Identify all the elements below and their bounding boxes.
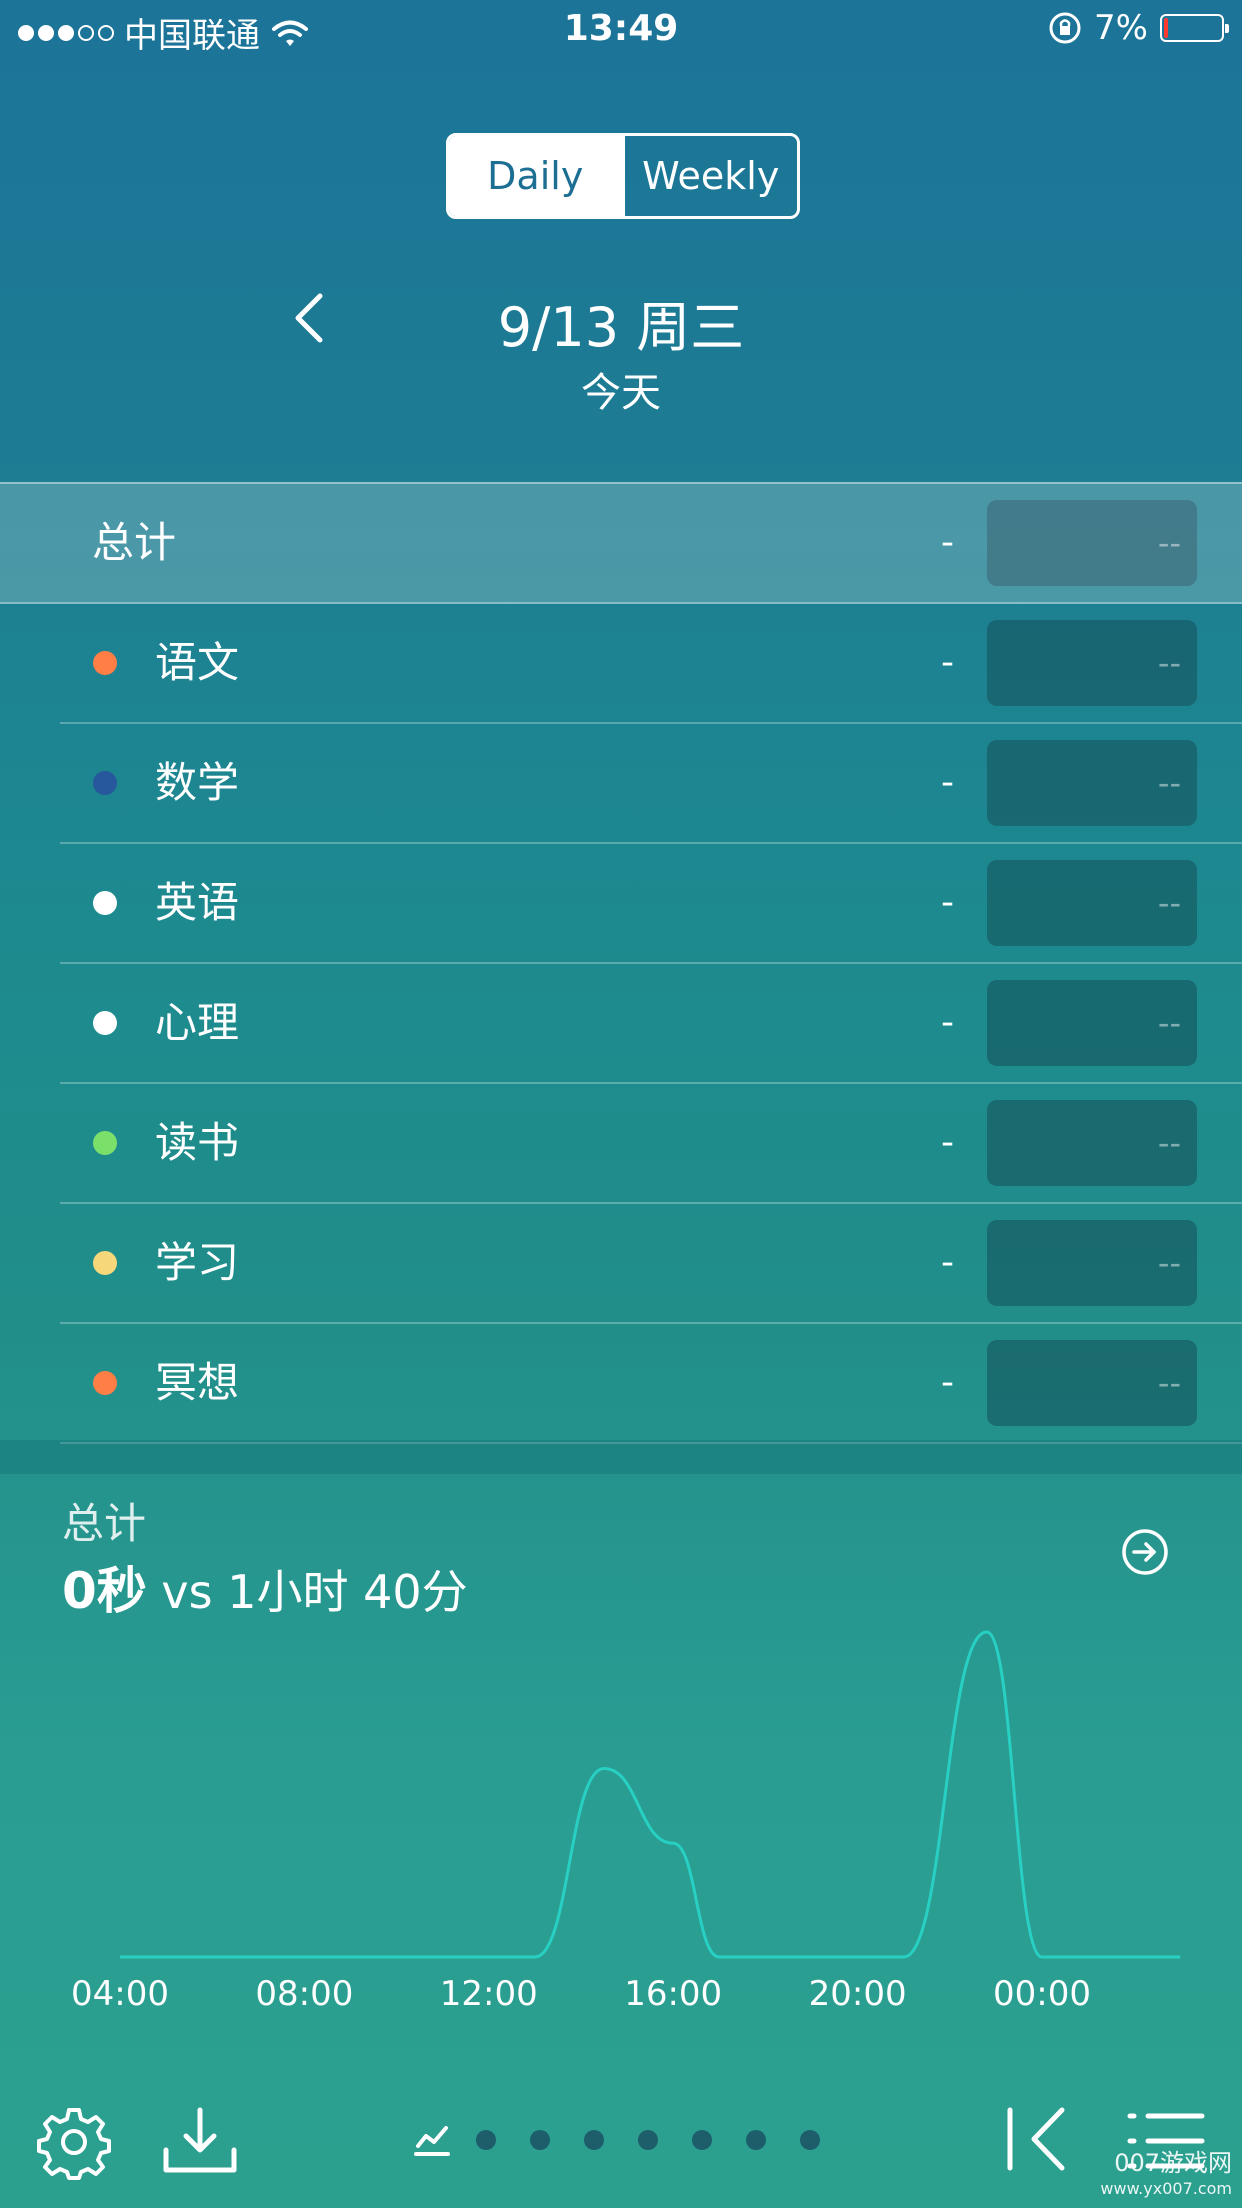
status-bar: 中国联通 13:49 7% bbox=[0, 0, 1242, 62]
item-dash: - bbox=[941, 882, 954, 923]
item-label: 语文 bbox=[155, 638, 240, 687]
list-item[interactable]: 数学 - -- bbox=[60, 724, 1242, 844]
item-value-box[interactable]: -- bbox=[987, 620, 1197, 706]
arrow-right-circle-icon[interactable] bbox=[1120, 1527, 1170, 1577]
subject-list: 总计 - -- 语文 - -- 数学 - -- 英语 - -- 心理 - -- 读书 - -- 学习 - -- 冥想… bbox=[0, 482, 1242, 1444]
list-item[interactable]: 语文 - -- bbox=[60, 604, 1242, 724]
item-dash: - bbox=[941, 642, 954, 683]
x-tick-label: 20:00 bbox=[809, 1974, 907, 2014]
series-line bbox=[120, 1630, 1181, 1959]
page-dot[interactable] bbox=[638, 2130, 658, 2150]
item-value-box[interactable]: -- bbox=[987, 1340, 1197, 1426]
chart-icon[interactable] bbox=[414, 2122, 450, 2158]
color-dot-icon bbox=[93, 1251, 117, 1275]
bottom-toolbar bbox=[0, 2090, 1242, 2190]
item-label: 英语 bbox=[155, 878, 240, 927]
item-value-box[interactable]: -- bbox=[987, 1100, 1197, 1186]
item-dash: - bbox=[941, 1122, 954, 1163]
item-label: 数学 bbox=[155, 758, 240, 807]
list-bottom-band bbox=[0, 1440, 1242, 1474]
daily-activity-chart: 04:00 08:00 12:00 16:00 20:00 00:00 bbox=[71, 1630, 1181, 2014]
battery-icon bbox=[1160, 14, 1229, 42]
watermark-main: 007游戏网 bbox=[1114, 2149, 1232, 2177]
color-dot-icon bbox=[93, 891, 117, 915]
x-tick-label: 08:00 bbox=[255, 1974, 353, 2014]
color-dot-icon bbox=[93, 1011, 117, 1035]
item-dash: - bbox=[941, 1002, 954, 1043]
item-value-box[interactable]: -- bbox=[987, 1220, 1197, 1306]
download-icon[interactable] bbox=[160, 2106, 240, 2176]
list-total-row[interactable]: 总计 - -- bbox=[0, 482, 1242, 604]
item-label: 学习 bbox=[155, 1238, 240, 1287]
item-label: 读书 bbox=[155, 1118, 240, 1167]
color-dot-icon bbox=[93, 651, 117, 675]
item-value-box[interactable]: -- bbox=[987, 740, 1197, 826]
item-dash: - bbox=[941, 1362, 954, 1403]
page-dot[interactable] bbox=[476, 2130, 496, 2150]
list-item[interactable]: 心理 - -- bbox=[60, 964, 1242, 1084]
summary-label: 总计 bbox=[62, 1499, 147, 1548]
rotation-lock-icon bbox=[1049, 12, 1081, 44]
item-value-box[interactable]: -- bbox=[987, 980, 1197, 1066]
list-item[interactable]: 读书 - -- bbox=[60, 1084, 1242, 1204]
daily-weekly-segmented-control: Daily Weekly bbox=[446, 133, 800, 219]
item-label: 心理 bbox=[155, 998, 240, 1047]
x-tick-label: 12:00 bbox=[440, 1974, 538, 2014]
watermark-url: www.yx007.com bbox=[1100, 2179, 1232, 2198]
list-item[interactable]: 冥想 - -- bbox=[60, 1324, 1242, 1444]
list-item[interactable]: 学习 - -- bbox=[60, 1204, 1242, 1324]
x-tick-label: 00:00 bbox=[993, 1974, 1091, 2014]
x-tick-label: 04:00 bbox=[71, 1974, 169, 2014]
page-dot[interactable] bbox=[530, 2130, 550, 2150]
item-dash: - bbox=[941, 1242, 954, 1283]
date-subtitle: 今天 bbox=[581, 370, 661, 416]
gear-icon[interactable] bbox=[36, 2104, 112, 2180]
color-dot-icon bbox=[93, 1131, 117, 1155]
item-label: 冥想 bbox=[155, 1358, 240, 1407]
item-dash: - bbox=[941, 762, 954, 803]
tab-daily[interactable]: Daily bbox=[449, 136, 622, 216]
watermark: 007游戏网 www.yx007.com bbox=[1100, 2150, 1232, 2202]
total-value-box[interactable]: -- bbox=[987, 500, 1197, 586]
page-dot[interactable] bbox=[584, 2130, 604, 2150]
list-item[interactable]: 英语 - -- bbox=[60, 844, 1242, 964]
tab-weekly[interactable]: Weekly bbox=[621, 136, 798, 216]
color-dot-icon bbox=[93, 1371, 117, 1395]
page-dot[interactable] bbox=[746, 2130, 766, 2150]
x-tick-label: 16:00 bbox=[624, 1974, 722, 2014]
item-value-box[interactable]: -- bbox=[987, 860, 1197, 946]
first-page-icon[interactable] bbox=[1004, 2106, 1068, 2172]
page-dot[interactable] bbox=[800, 2130, 820, 2150]
color-dot-icon bbox=[93, 771, 117, 795]
page-dot[interactable] bbox=[692, 2130, 712, 2150]
battery-percent: 7% bbox=[1094, 8, 1148, 48]
date-title: 9/13 周三 bbox=[497, 296, 745, 359]
total-dash: - bbox=[941, 522, 954, 563]
total-label: 总计 bbox=[92, 518, 177, 567]
